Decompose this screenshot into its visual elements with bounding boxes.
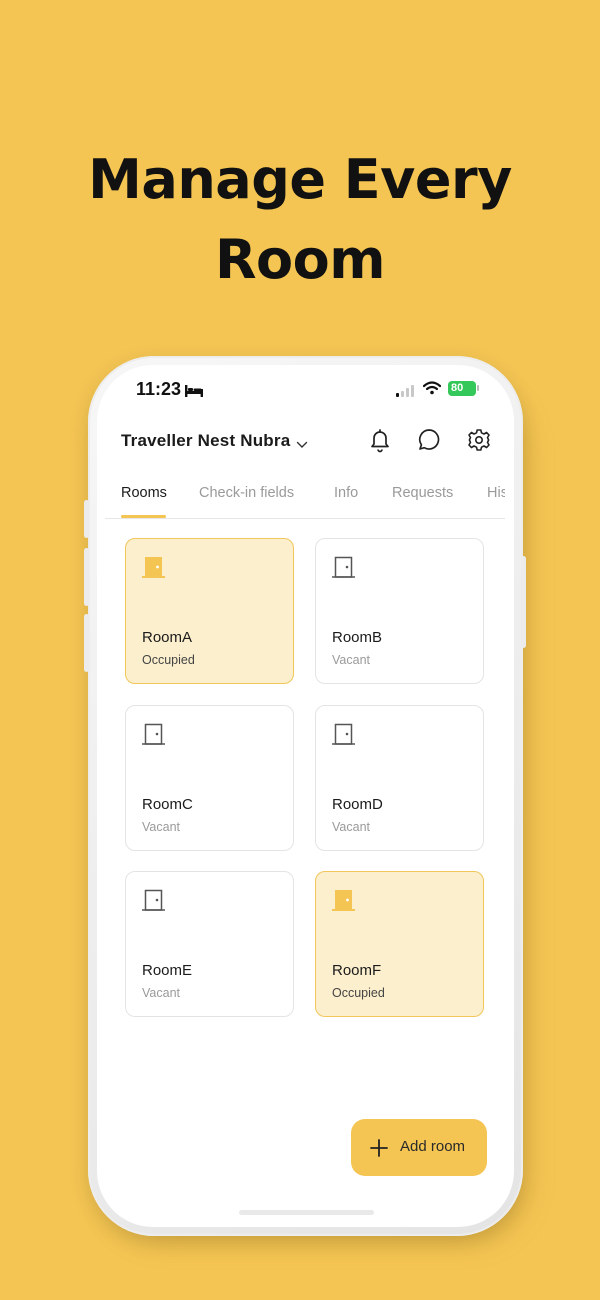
- active-tab-indicator: [121, 515, 166, 518]
- door-icon: [142, 722, 166, 752]
- headline-line-1: Manage Every: [88, 148, 512, 211]
- status-time: 11:23: [136, 379, 182, 399]
- room-name: RoomA: [142, 629, 193, 646]
- gear-icon[interactable]: [467, 427, 493, 453]
- headline-line-2: Room: [214, 228, 386, 291]
- room-card[interactable]: RoomD Vacant: [315, 705, 484, 851]
- room-name: RoomD: [332, 796, 383, 813]
- battery-level: 80: [451, 382, 464, 394]
- battery-cap: [477, 385, 479, 391]
- room-card[interactable]: RoomA Occupied: [125, 538, 294, 684]
- tab-rooms[interactable]: Rooms: [121, 485, 167, 501]
- phone-side-button: [84, 500, 89, 538]
- app-header: Traveller Nest Nubra: [97, 425, 514, 475]
- door-icon: [332, 722, 356, 752]
- chat-icon[interactable]: [417, 427, 443, 453]
- bed-icon: [185, 382, 203, 401]
- door-icon: [142, 888, 166, 918]
- room-name: RoomF: [332, 962, 382, 979]
- plus-icon: [369, 1138, 389, 1162]
- chevron-down-icon[interactable]: [296, 434, 308, 453]
- tab-info[interactable]: Info: [334, 485, 358, 501]
- room-status: Occupied: [332, 986, 385, 1000]
- add-room-label: Add room: [400, 1138, 466, 1155]
- room-card[interactable]: RoomF Occupied: [315, 871, 484, 1017]
- room-card[interactable]: RoomB Vacant: [315, 538, 484, 684]
- tab-check-in-fields[interactable]: Check-in fields: [199, 485, 294, 501]
- wifi-icon: [422, 380, 442, 399]
- room-card[interactable]: RoomE Vacant: [125, 871, 294, 1017]
- status-bar: 11:23 80: [97, 365, 514, 415]
- room-status: Vacant: [142, 820, 180, 834]
- door-icon: [332, 555, 356, 585]
- signal-icon: [396, 382, 416, 401]
- room-status: Occupied: [142, 653, 195, 667]
- battery-icon: 80: [448, 381, 476, 396]
- room-status: Vacant: [332, 653, 370, 667]
- bell-icon[interactable]: [368, 427, 394, 453]
- room-name: RoomC: [142, 796, 193, 813]
- tab-requests[interactable]: Requests: [392, 485, 453, 501]
- room-status: Vacant: [142, 986, 180, 1000]
- phone-screen: 11:23 80 Traveller Nest Nubra Rooms Chec…: [97, 365, 514, 1227]
- add-room-button[interactable]: Add room: [351, 1119, 487, 1176]
- phone-power-button: [521, 556, 526, 648]
- tab-history[interactable]: His: [487, 485, 505, 501]
- room-status: Vacant: [332, 820, 370, 834]
- room-name: RoomE: [142, 962, 193, 979]
- phone-side-button: [84, 614, 89, 672]
- property-selector[interactable]: Traveller Nest Nubra: [121, 431, 290, 451]
- home-indicator: [239, 1210, 374, 1215]
- room-card[interactable]: RoomC Vacant: [125, 705, 294, 851]
- room-name: RoomB: [332, 629, 383, 646]
- phone-side-button: [84, 548, 89, 606]
- door-icon: [332, 888, 356, 918]
- promo-headline: Manage Every Room: [0, 140, 600, 300]
- tab-bar: Rooms Check-in fields Info Requests His: [105, 473, 505, 519]
- door-icon: [142, 555, 166, 585]
